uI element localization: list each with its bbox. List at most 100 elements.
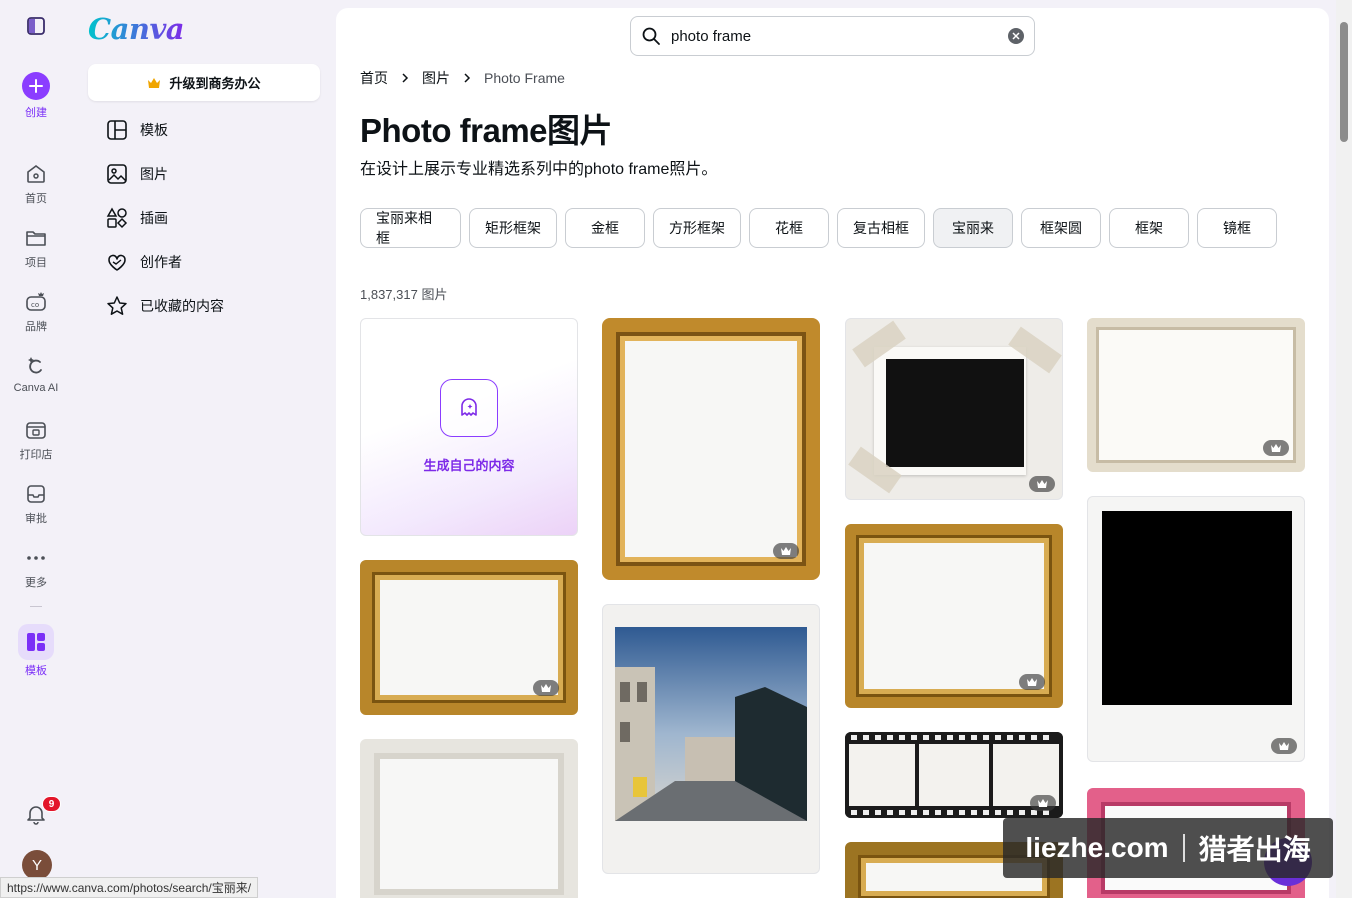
home-icon — [27, 165, 45, 183]
nav-item-label: 图片 — [140, 166, 168, 182]
chevron-right-icon — [464, 73, 471, 83]
breadcrumb-images[interactable]: 图片 — [422, 68, 450, 88]
avatar[interactable]: Y — [22, 850, 52, 880]
watermark-right: 猎者出海 — [1198, 834, 1311, 865]
rail-item-label: 审批 — [25, 513, 47, 525]
rail-item-label: 模板 — [25, 665, 47, 677]
image-tile[interactable] — [845, 318, 1063, 500]
rail-item-more[interactable]: 更多 — [0, 546, 72, 590]
search-bar[interactable]: photo frame — [630, 16, 1035, 56]
filter-chips: 宝丽来相框 矩形框架 金框 方形框架 花框 复古相框 宝丽来 框架圆 框架 镜框 — [360, 208, 1277, 248]
nav-item-images[interactable]: 图片 — [106, 162, 168, 186]
image-tile[interactable] — [845, 524, 1063, 708]
generate-content-label: 生成自己的内容 — [423, 458, 515, 473]
image-tile[interactable] — [360, 560, 578, 715]
nav-item-label: 插画 — [140, 210, 168, 226]
rail-create-button[interactable]: 创建 — [0, 72, 72, 120]
rail-item-projects[interactable]: 项目 — [0, 226, 72, 270]
breadcrumb-current: Photo Frame — [484, 70, 565, 86]
premium-crown-icon — [773, 543, 799, 559]
chip[interactable]: 镜框 — [1197, 208, 1277, 248]
premium-crown-icon — [1271, 738, 1297, 754]
crown-icon — [148, 77, 161, 88]
premium-crown-icon — [1019, 674, 1045, 690]
rail-item-label: 项目 — [25, 257, 47, 269]
chip[interactable]: 框架 — [1109, 208, 1189, 248]
print-shop-icon — [26, 422, 46, 439]
chip[interactable]: 矩形框架 — [469, 208, 557, 248]
chip[interactable]: 花框 — [749, 208, 829, 248]
left-rail: 创建 首页 项目 co 品牌 Canva AI 打印店 审批 更多 模板 9 Y — [0, 0, 72, 898]
rail-item-print-shop[interactable]: 打印店 — [0, 418, 72, 462]
image-icon — [107, 164, 127, 184]
canva-logo[interactable]: Canva — [88, 12, 185, 46]
premium-crown-icon — [1029, 476, 1055, 492]
generate-content-tile[interactable]: 生成自己的内容 — [360, 318, 578, 536]
inbox-icon — [27, 485, 45, 503]
rail-item-label: 打印店 — [19, 449, 53, 461]
watermark-left: liezhe.com — [1025, 832, 1169, 863]
chip[interactable]: 复古相框 — [837, 208, 925, 248]
premium-crown-icon — [533, 680, 559, 696]
rail-item-label: 首页 — [25, 193, 47, 205]
rail-item-home[interactable]: 首页 — [0, 162, 72, 206]
notification-badge: 9 — [42, 796, 61, 812]
template-icon — [27, 633, 45, 651]
nav-item-saved[interactable]: 已收藏的内容 — [106, 294, 224, 318]
main-content: photo frame 首页 图片 Photo Frame Photo fram… — [336, 8, 1329, 898]
template-icon — [107, 120, 127, 140]
image-tile[interactable] — [845, 732, 1063, 818]
scrollbar-thumb[interactable] — [1340, 22, 1348, 142]
nav-item-templates[interactable]: 模板 — [106, 118, 168, 142]
polaroid-photo — [615, 627, 807, 821]
image-tile[interactable] — [602, 604, 820, 874]
side-panel: Canva 升级到商务办公 模板 图片 插画 创作者 已收藏的内容 — [72, 0, 336, 898]
image-tile[interactable] — [602, 318, 820, 580]
rail-create-label: 创建 — [25, 107, 47, 119]
rail-item-canva-ai[interactable]: Canva AI — [0, 354, 72, 394]
canva-ai-icon — [28, 357, 42, 374]
image-tile[interactable] — [1087, 318, 1305, 472]
brand-icon: co — [26, 292, 46, 311]
star-icon — [107, 296, 127, 315]
chevron-right-icon — [402, 73, 409, 83]
nav-item-label: 模板 — [140, 122, 168, 138]
search-icon — [642, 27, 660, 45]
shapes-icon — [106, 207, 128, 229]
watermark: liezhe.com 猎者出海 — [1003, 818, 1333, 878]
page-scrollbar[interactable] — [1336, 0, 1352, 898]
nav-item-creators[interactable]: 创作者 — [106, 250, 182, 274]
rail-item-brand[interactable]: co 品牌 — [0, 290, 72, 334]
sidebar-toggle-icon[interactable] — [26, 16, 46, 36]
nav-item-illustrations[interactable]: 插画 — [106, 206, 168, 230]
rail-divider — [30, 606, 42, 607]
image-tile[interactable] — [360, 739, 578, 898]
page-title: Photo frame图片 — [360, 112, 613, 149]
chip[interactable]: 金框 — [565, 208, 645, 248]
chip[interactable]: 框架圆 — [1021, 208, 1101, 248]
premium-crown-icon — [1263, 440, 1289, 456]
rail-item-templates[interactable]: 模板 — [0, 624, 72, 678]
chip[interactable]: 方形框架 — [653, 208, 741, 248]
heart-icon — [108, 254, 126, 271]
nav-item-label: 已收藏的内容 — [140, 298, 224, 314]
page-description: 在设计上展示专业精选系列中的photo frame照片。 — [360, 161, 718, 178]
upgrade-button[interactable]: 升级到商务办公 — [88, 64, 320, 101]
upgrade-label: 升级到商务办公 — [169, 76, 261, 91]
breadcrumb-home[interactable]: 首页 — [360, 68, 388, 88]
chip[interactable]: 宝丽来相框 — [360, 208, 461, 248]
result-count: 1,837,317 图片 — [360, 287, 448, 302]
svg-text:co: co — [31, 301, 39, 309]
rail-item-label: Canva AI — [13, 382, 59, 394]
status-bar-url: https://www.canva.com/photos/search/宝丽来/ — [0, 877, 259, 898]
plus-icon — [22, 72, 50, 100]
premium-crown-icon — [1030, 795, 1056, 811]
chip[interactable]: 宝丽来 — [933, 208, 1013, 248]
magic-generate-icon — [440, 379, 498, 437]
clear-search-icon[interactable] — [1008, 28, 1024, 44]
image-tile[interactable] — [1087, 496, 1305, 762]
rail-item-label: 品牌 — [25, 321, 47, 333]
search-input[interactable]: photo frame — [671, 28, 1008, 45]
rail-item-approvals[interactable]: 审批 — [0, 482, 72, 526]
rail-item-label: 更多 — [25, 577, 47, 589]
